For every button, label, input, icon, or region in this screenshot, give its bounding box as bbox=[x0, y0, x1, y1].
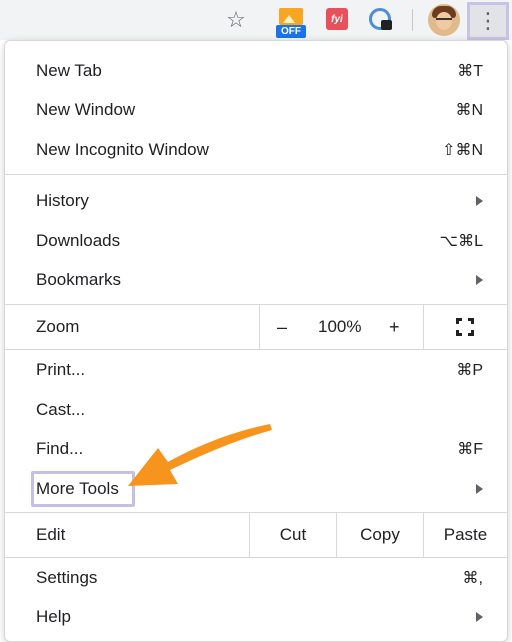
menu-item-shortcut: ⇧⌘N bbox=[442, 142, 483, 159]
submenu-arrow-icon bbox=[476, 275, 483, 285]
submenu-arrow-icon bbox=[476, 196, 483, 206]
menu-item-label: Help bbox=[36, 607, 71, 626]
menu-item-cast[interactable]: Cast... bbox=[5, 391, 507, 429]
menu-item-shortcut: ⌘N bbox=[455, 102, 483, 119]
menu-item-shortcut: ⌘, bbox=[462, 570, 483, 587]
menu-item-find[interactable]: Find... ⌘F bbox=[5, 430, 507, 468]
menu-item-downloads[interactable]: Downloads ⌥⌘L bbox=[5, 222, 507, 260]
zoom-label: Zoom bbox=[36, 317, 80, 336]
menu-item-help[interactable]: Help bbox=[5, 598, 507, 636]
menu-item-label: Bookmarks bbox=[36, 270, 122, 289]
menu-item-new-incognito-window[interactable]: New Incognito Window ⇧⌘N bbox=[5, 131, 507, 169]
menu-item-label: New Incognito Window bbox=[36, 140, 209, 159]
menu-item-label: New Tab bbox=[36, 61, 102, 80]
bookmark-star-icon[interactable]: ☆ bbox=[223, 7, 249, 33]
profile-avatar[interactable] bbox=[428, 4, 460, 36]
zoom-level: 100% bbox=[318, 317, 362, 336]
chrome-menu-button[interactable]: ⋮ bbox=[467, 2, 509, 40]
menu-item-label: Cast... bbox=[36, 400, 86, 419]
menu-item-shortcut: ⌘P bbox=[456, 362, 483, 379]
more-tools-highlight bbox=[31, 471, 135, 507]
browser-toolbar: ☆ OFF fyi ⋮ bbox=[0, 0, 512, 40]
password-extension-icon[interactable] bbox=[368, 7, 394, 33]
submenu-arrow-icon bbox=[476, 612, 483, 622]
menu-item-label: History bbox=[36, 191, 89, 210]
zoom-in-button[interactable]: + bbox=[389, 317, 400, 338]
menu-item-new-window[interactable]: New Window ⌘N bbox=[5, 91, 507, 129]
off-badge: OFF bbox=[276, 25, 306, 38]
menu-item-label: Print... bbox=[36, 360, 86, 379]
submenu-arrow-icon bbox=[476, 484, 483, 494]
fyi-extension-icon[interactable]: fyi bbox=[326, 8, 348, 30]
zoom-row: Zoom – 100% + bbox=[5, 305, 507, 349]
cut-button[interactable]: Cut bbox=[250, 513, 336, 557]
zoom-cell-divider bbox=[423, 305, 424, 349]
menu-item-bookmarks[interactable]: Bookmarks bbox=[5, 261, 507, 299]
menu-item-label: Downloads bbox=[36, 231, 121, 250]
edit-row: Edit Cut Copy Paste bbox=[5, 513, 507, 557]
chrome-main-menu: New Tab ⌘T New Window ⌘N New Incognito W… bbox=[4, 40, 508, 642]
menu-item-shortcut: ⌥⌘L bbox=[439, 233, 483, 250]
edit-label: Edit bbox=[36, 525, 66, 544]
menu-item-shortcut: ⌘T bbox=[457, 63, 483, 80]
menu-item-label: Settings bbox=[36, 568, 98, 587]
menu-item-settings[interactable]: Settings ⌘, bbox=[5, 559, 507, 597]
image-icon bbox=[279, 8, 303, 25]
zoom-out-button[interactable]: – bbox=[277, 317, 287, 338]
offers-extension-icon[interactable]: OFF bbox=[276, 6, 308, 38]
copy-button[interactable]: Copy bbox=[337, 513, 423, 557]
menu-item-label: Find... bbox=[36, 439, 84, 458]
menu-item-new-tab[interactable]: New Tab ⌘T bbox=[5, 52, 507, 90]
paste-button[interactable]: Paste bbox=[424, 513, 507, 557]
menu-separator bbox=[5, 557, 507, 558]
lock-icon bbox=[381, 20, 392, 30]
zoom-cell-divider bbox=[259, 305, 260, 349]
menu-item-history[interactable]: History bbox=[5, 182, 507, 220]
menu-separator bbox=[5, 349, 507, 350]
toolbar-divider bbox=[412, 9, 413, 31]
fullscreen-icon[interactable] bbox=[456, 318, 474, 336]
avatar-glasses bbox=[436, 18, 452, 22]
menu-item-shortcut: ⌘F bbox=[457, 441, 483, 458]
vertical-dots-icon: ⋮ bbox=[477, 8, 499, 33]
menu-separator bbox=[5, 174, 507, 175]
menu-item-print[interactable]: Print... ⌘P bbox=[5, 351, 507, 389]
menu-item-label: New Window bbox=[36, 100, 136, 119]
